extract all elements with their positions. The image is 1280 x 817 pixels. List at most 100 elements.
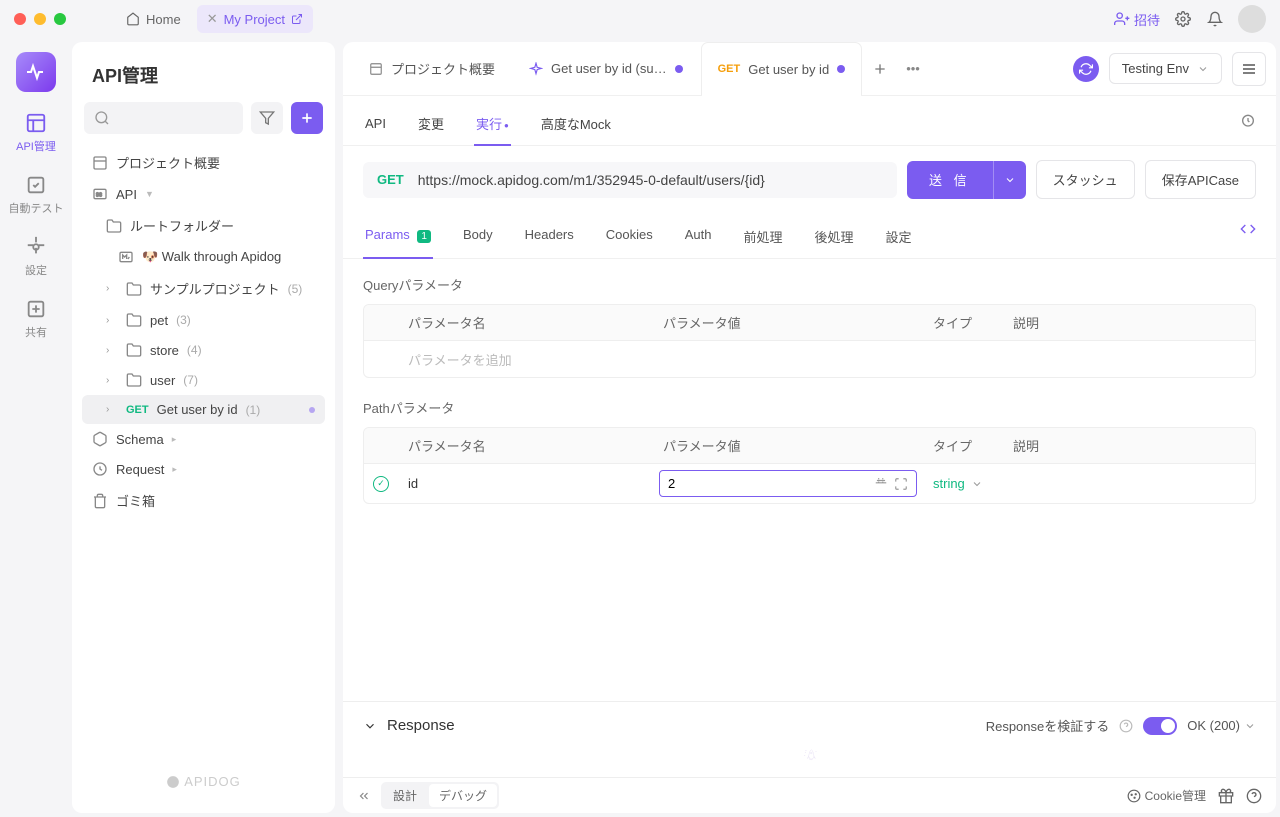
tab-label: プロジェクト概要	[391, 59, 495, 78]
tree-project-overview[interactable]: プロジェクト概要	[82, 146, 325, 179]
leftbar-api-mgmt[interactable]: API管理	[16, 112, 56, 154]
search-input[interactable]	[84, 102, 243, 134]
add-param-row[interactable]: パラメータを追加	[364, 341, 1255, 377]
param-tab-post[interactable]: 後処理	[813, 221, 856, 258]
param-value-input[interactable]	[659, 470, 917, 497]
sparkle-icon	[529, 62, 543, 76]
subtab-mock[interactable]: 高度なMock	[539, 108, 613, 145]
tree-get-user[interactable]: › GET Get user by id (1)	[82, 395, 325, 424]
status-selector[interactable]: OK (200)	[1187, 718, 1256, 733]
leftbar-auto-test[interactable]: 自動テスト	[9, 174, 64, 216]
plus-icon	[872, 61, 888, 77]
url-input[interactable]: GET https://mock.apidog.com/m1/352945-0-…	[363, 162, 897, 198]
chevron-right-icon: ›	[106, 283, 118, 294]
add-tab-button[interactable]	[864, 53, 896, 85]
subtab-change[interactable]: 変更	[416, 108, 446, 145]
close-window[interactable]	[14, 13, 26, 25]
tab-more-button[interactable]: •••	[898, 61, 928, 76]
code-button[interactable]	[1240, 221, 1256, 258]
param-count-badge: 1	[417, 230, 431, 243]
tree-label: pet	[150, 313, 168, 328]
send-button[interactable]: 送 信	[907, 161, 1026, 199]
check-icon[interactable]: ✓	[373, 476, 389, 492]
tree-user[interactable]: › user (7)	[82, 365, 325, 395]
leftbar-settings-label: 設定	[25, 262, 47, 278]
tree-walkthrough[interactable]: 🐶 Walk through Apidog	[82, 242, 325, 272]
param-type-selector[interactable]: string	[923, 468, 1003, 499]
maximize-window[interactable]	[54, 13, 66, 25]
plus-icon	[299, 110, 315, 126]
validate-toggle[interactable]	[1143, 717, 1177, 735]
tree-pet[interactable]: › pet (3)	[82, 305, 325, 335]
subtab-label: 実行	[476, 117, 502, 132]
param-tab-headers[interactable]: Headers	[523, 221, 576, 258]
tree-schema[interactable]: Schema ▸	[82, 424, 325, 454]
minimize-window[interactable]	[34, 13, 46, 25]
collapse-left-icon[interactable]	[357, 789, 371, 803]
subtab-run[interactable]: 実行●	[474, 108, 511, 145]
help-icon[interactable]	[1246, 788, 1262, 804]
main-tab-overview[interactable]: プロジェクト概要	[353, 42, 511, 95]
param-desc[interactable]	[1003, 476, 1255, 492]
env-selector[interactable]: Testing Env	[1109, 53, 1222, 84]
chevron-down-icon	[971, 478, 983, 490]
app-logo[interactable]	[16, 52, 56, 92]
main-tab-2[interactable]: GET Get user by id	[701, 42, 863, 95]
tree-trash[interactable]: ゴミ箱	[82, 484, 325, 517]
col-name-header: パラメータ名	[398, 305, 653, 340]
main-tab-1[interactable]: Get user by id (su…	[513, 42, 699, 95]
tree-store[interactable]: › store (4)	[82, 335, 325, 365]
param-tabs: Params 1 Body Headers Cookies Auth 前処理 後…	[343, 213, 1276, 259]
stash-button[interactable]: スタッシュ	[1036, 160, 1135, 199]
cookie-mgmt-button[interactable]: Cookie管理	[1127, 787, 1206, 804]
param-tab-body[interactable]: Body	[461, 221, 495, 258]
tree-root-folder[interactable]: ルートフォルダー	[82, 209, 325, 242]
param-name[interactable]: id	[398, 468, 653, 499]
send-dropdown[interactable]	[993, 161, 1026, 199]
tree-api-root[interactable]: 96 API ▼	[82, 179, 325, 209]
tree-count: (5)	[288, 282, 303, 296]
leftbar-share[interactable]: 共有	[25, 298, 47, 340]
param-tab-pre[interactable]: 前処理	[741, 221, 784, 258]
tree-request[interactable]: Request ▸	[82, 454, 325, 484]
save-button[interactable]: 保存APICase	[1145, 160, 1256, 199]
invite-button[interactable]: 招待	[1114, 10, 1160, 29]
filter-button[interactable]	[251, 102, 283, 134]
folder-icon	[126, 281, 142, 297]
project-tab[interactable]: ✕ My Project	[197, 5, 313, 33]
value-field[interactable]	[668, 476, 868, 491]
param-tab-cookies[interactable]: Cookies	[604, 221, 655, 258]
sidebar-footer: APIDOG	[82, 766, 325, 797]
home-tab[interactable]: Home	[116, 6, 191, 33]
user-avatar[interactable]	[1238, 5, 1266, 33]
trash-icon	[92, 493, 108, 509]
footer-tab-debug[interactable]: デバッグ	[429, 784, 497, 807]
content-area: Queryパラメータ パラメータ名 パラメータ値 タイプ 説明 パラメータを追加	[343, 259, 1276, 701]
help-icon[interactable]	[1119, 719, 1133, 733]
footer-tab-design[interactable]: 設計	[383, 784, 427, 807]
url-text: https://mock.apidog.com/m1/352945-0-defa…	[418, 172, 765, 188]
tree-count: (1)	[246, 403, 261, 417]
add-button[interactable]	[291, 102, 323, 134]
gift-icon[interactable]	[1218, 788, 1234, 804]
expand-icon[interactable]	[894, 477, 908, 491]
menu-button[interactable]	[1232, 52, 1266, 86]
markdown-icon	[118, 249, 134, 265]
settings-icon[interactable]	[1174, 10, 1192, 28]
type-label: string	[933, 476, 965, 491]
close-tab-icon[interactable]: ✕	[207, 11, 218, 27]
tree-sample-project[interactable]: › サンプルプロジェクト (5)	[82, 272, 325, 305]
chevron-down-icon[interactable]	[363, 719, 377, 733]
param-tab-settings[interactable]: 設定	[884, 221, 914, 258]
subtab-api[interactable]: API	[363, 110, 388, 143]
col-desc-header: 説明	[1003, 305, 1255, 340]
refresh-button[interactable]	[1073, 56, 1099, 82]
timer-button[interactable]	[1240, 112, 1256, 141]
magic-icon[interactable]	[874, 477, 888, 491]
param-tab-params[interactable]: Params 1	[363, 221, 433, 258]
bell-icon[interactable]	[1206, 10, 1224, 28]
leftbar-settings[interactable]: 設定	[25, 236, 47, 278]
param-tab-auth[interactable]: Auth	[683, 221, 714, 258]
tree-label: プロジェクト概要	[116, 153, 220, 172]
chevron-right-icon: ▸	[172, 464, 177, 475]
